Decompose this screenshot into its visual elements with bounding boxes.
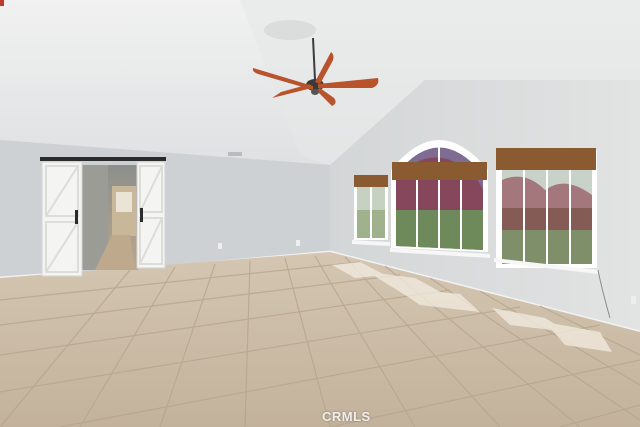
barn-door-left [41,161,83,277]
window-blind [496,148,596,170]
barn-door-rail [40,157,166,161]
wall-vent [228,152,242,156]
watermark-text: CRMLS [322,409,371,424]
window-blind [354,175,388,187]
window-blind [392,162,487,180]
wall-outlet [296,240,300,246]
hallway-far-window [116,192,132,212]
wall-outlet [631,296,636,304]
barn-door-right [136,161,166,269]
fan-shadow [264,20,316,40]
wall-outlet [218,243,222,249]
corner-mark [0,0,4,6]
room-illustration [0,0,640,427]
room-photo: CRMLS [0,0,640,427]
